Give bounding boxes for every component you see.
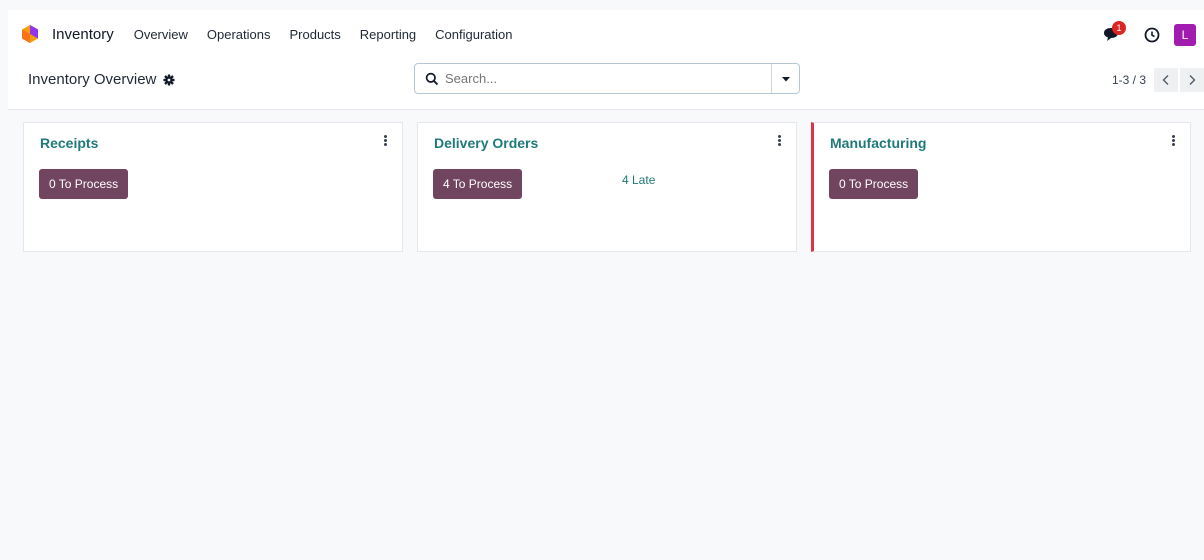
chevron-right-icon: [1189, 75, 1196, 85]
card-receipts[interactable]: Receipts 0 To Process: [23, 122, 403, 252]
page-title-text: Inventory Overview: [28, 71, 157, 88]
card-title[interactable]: Delivery Orders: [434, 135, 538, 151]
to-process-button[interactable]: 4 To Process: [433, 169, 523, 199]
pager-next-button[interactable]: [1180, 68, 1204, 92]
main-menu: Overview Operations Products Reporting C…: [134, 27, 532, 42]
card-title[interactable]: Receipts: [40, 135, 98, 151]
kebab-menu-icon[interactable]: [384, 135, 388, 147]
card-manufacturing[interactable]: Manufacturing 0 To Process: [811, 122, 1191, 252]
user-avatar[interactable]: L: [1174, 24, 1196, 46]
late-link[interactable]: 4 Late: [622, 173, 655, 187]
clock-icon[interactable]: [1144, 27, 1160, 43]
menu-reporting[interactable]: Reporting: [360, 27, 416, 42]
app-name[interactable]: Inventory: [52, 26, 114, 43]
pager: 1-3 / 3: [1112, 68, 1204, 92]
caret-down-icon: [781, 76, 790, 81]
card-title[interactable]: Manufacturing: [830, 135, 926, 151]
to-process-button[interactable]: 0 To Process: [39, 169, 129, 199]
message-count-badge: 1: [1112, 21, 1126, 35]
kebab-menu-icon[interactable]: [1172, 135, 1176, 147]
gear-icon[interactable]: [163, 74, 175, 86]
kebab-menu-icon[interactable]: [778, 135, 782, 147]
search-icon: [425, 72, 439, 85]
top-navbar: Inventory Overview Operations Products R…: [8, 10, 1204, 58]
menu-configuration[interactable]: Configuration: [435, 27, 512, 42]
systray: 1 L: [1102, 21, 1196, 46]
app-window: Inventory Overview Operations Products R…: [8, 10, 1204, 560]
pager-previous-button[interactable]: [1154, 68, 1178, 92]
search-input[interactable]: [445, 71, 765, 86]
menu-products[interactable]: Products: [289, 27, 340, 42]
control-panel: Inventory Overview Search... 1-3 / 3: [8, 58, 1204, 110]
search-options-toggle[interactable]: [771, 64, 799, 93]
chevron-left-icon: [1162, 75, 1169, 85]
to-process-button[interactable]: 0 To Process: [829, 169, 919, 199]
app-logo-icon[interactable]: [20, 24, 40, 44]
page-title: Inventory Overview: [28, 71, 175, 88]
card-delivery-orders[interactable]: Delivery Orders 4 To Process 4 Late: [417, 122, 797, 252]
menu-operations[interactable]: Operations: [207, 27, 271, 42]
menu-overview[interactable]: Overview: [134, 27, 188, 42]
search-bar[interactable]: [414, 63, 800, 94]
pager-value[interactable]: 1-3 / 3: [1112, 73, 1146, 87]
messages-button[interactable]: 1: [1102, 21, 1126, 44]
